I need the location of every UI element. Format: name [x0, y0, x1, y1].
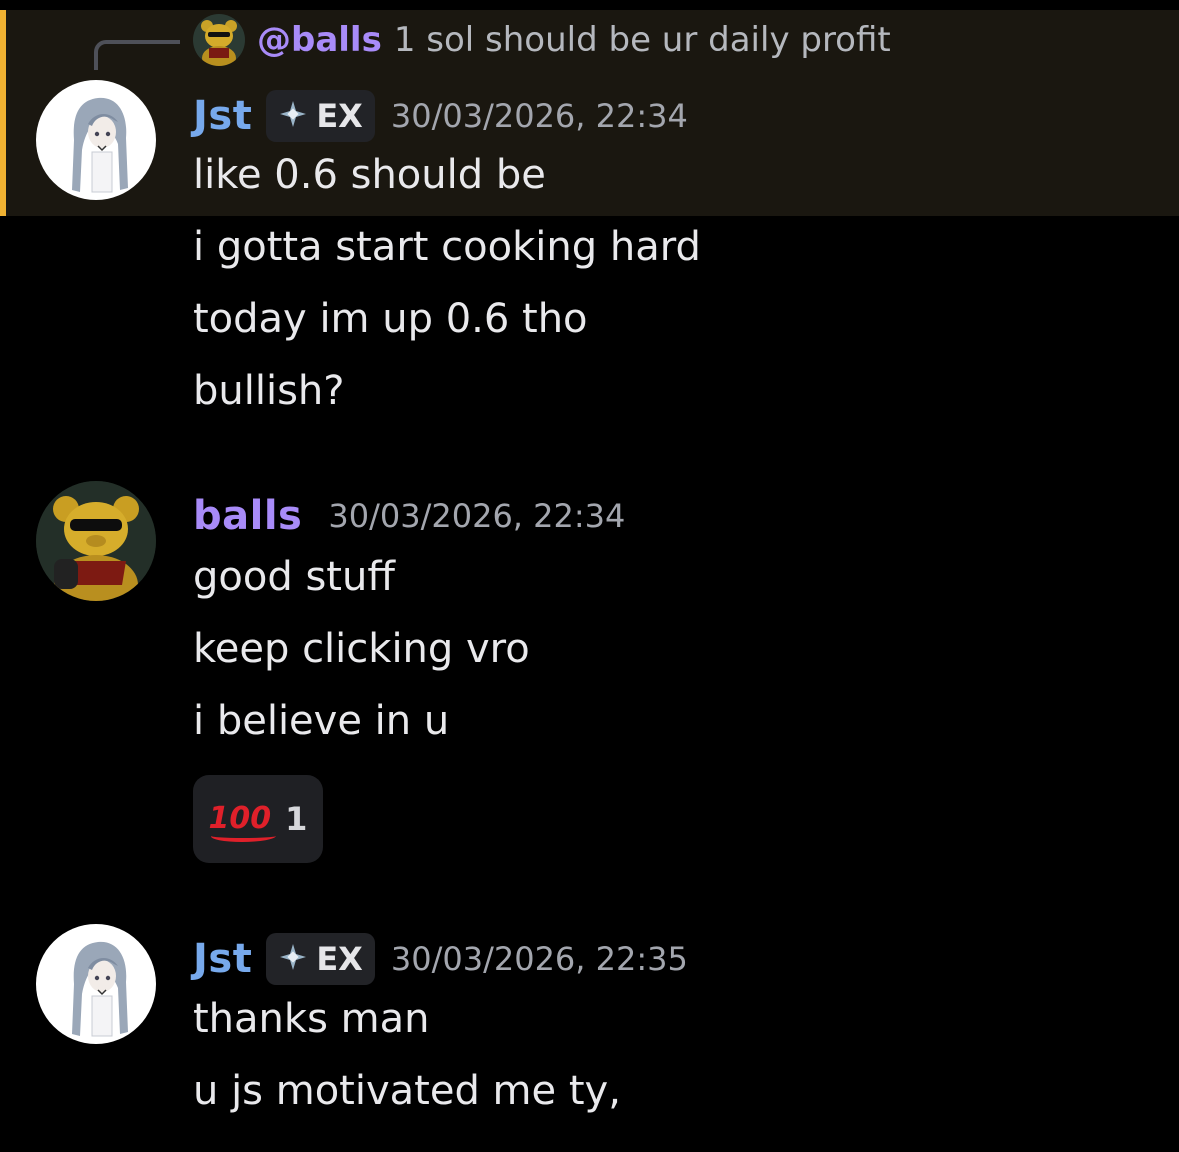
pooh-bear-avatar[interactable]: [36, 481, 156, 601]
server-tag-label: EX: [316, 97, 363, 135]
server-tag[interactable]: EX: [266, 90, 375, 142]
reply-connector: [94, 40, 180, 70]
reply-author[interactable]: @balls: [257, 20, 382, 60]
message-line: i believe in u: [193, 698, 450, 744]
server-tag-label: EX: [316, 940, 363, 978]
diamond-cross-icon: [278, 99, 308, 133]
message-line: thanks man: [193, 996, 430, 1042]
message-line: u js motivated me ty,: [193, 1068, 621, 1114]
anime-girl-avatar[interactable]: [36, 924, 156, 1044]
message-header: Jst EX 30/03/2026, 22:35: [193, 929, 688, 989]
message-line: today im up 0.6 tho: [193, 296, 588, 342]
message-timestamp[interactable]: 30/03/2026, 22:35: [391, 940, 688, 978]
message-line: like 0.6 should be: [193, 152, 546, 198]
message-header: balls 30/03/2026, 22:34: [193, 486, 625, 546]
pooh-bear-avatar[interactable]: [193, 14, 245, 66]
message-line: bullish?: [193, 368, 345, 414]
message-timestamp[interactable]: 30/03/2026, 22:34: [391, 97, 688, 135]
reply-text[interactable]: 1 sol should be ur daily profit: [394, 20, 891, 60]
author-name[interactable]: Jst: [193, 936, 252, 982]
message-line: good stuff: [193, 554, 395, 600]
server-tag[interactable]: EX: [266, 933, 375, 985]
author-name[interactable]: balls: [193, 493, 302, 539]
message-header: Jst EX 30/03/2026, 22:34: [193, 86, 688, 146]
message-line: keep clicking vro: [193, 626, 530, 672]
hundred-points-icon: 100: [208, 801, 272, 836]
reaction-button[interactable]: 100 1: [193, 775, 323, 863]
author-name[interactable]: Jst: [193, 93, 252, 139]
message-line: i gotta start cooking hard: [193, 224, 701, 270]
reaction-count: 1: [285, 800, 308, 838]
anime-girl-avatar[interactable]: [36, 80, 156, 200]
reply-preview[interactable]: @balls 1 sol should be ur daily profit: [193, 14, 891, 66]
diamond-cross-icon: [278, 942, 308, 976]
message-timestamp[interactable]: 30/03/2026, 22:34: [328, 497, 625, 535]
